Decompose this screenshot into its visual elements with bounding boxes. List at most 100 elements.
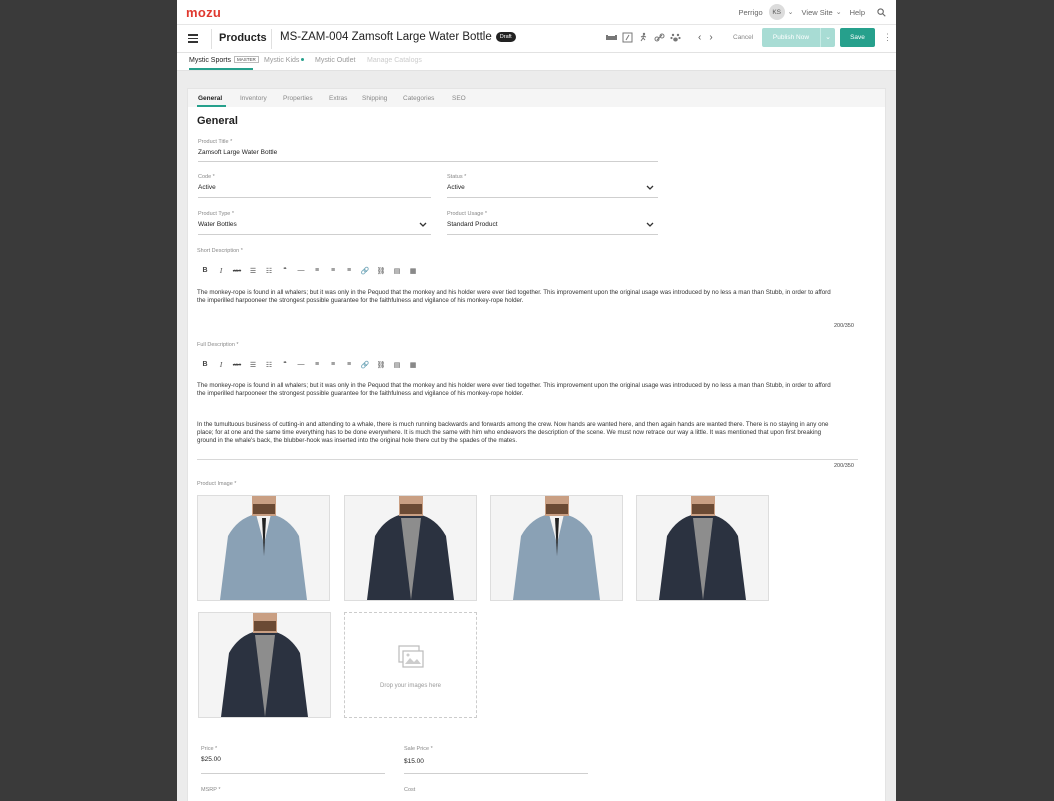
sale-price-field[interactable]: Sale Price * $15.00: [404, 746, 588, 774]
app-window: mozu Perrigo KS ⌄ View Site ⌄ Help Produ…: [177, 0, 896, 801]
form-tabs: General Inventory Properties Extras Ship…: [188, 89, 885, 107]
cancel-button[interactable]: Cancel: [733, 34, 753, 41]
product-image-thumbnail[interactable]: [636, 495, 769, 601]
align-right-icon[interactable]: ≡: [344, 360, 354, 369]
bullet-list-icon[interactable]: ☰: [248, 266, 258, 275]
price-field[interactable]: Price * $25.00: [201, 746, 385, 774]
save-button[interactable]: Save: [840, 28, 875, 47]
site-tab-mystic-kids[interactable]: Mystic Kids: [264, 57, 305, 64]
runner-icon[interactable]: [638, 32, 649, 43]
chevron-down-icon[interactable]: [419, 222, 427, 228]
full-description-paragraph-1[interactable]: The monkey-rope is found in all whalers;…: [197, 382, 837, 398]
help-link[interactable]: Help: [850, 8, 865, 17]
italic-icon[interactable]: I: [216, 360, 226, 369]
chevron-down-icon[interactable]: ⌄: [836, 8, 842, 16]
link-icon[interactable]: 🔗: [360, 266, 370, 275]
status-dot: [301, 58, 305, 61]
next-arrow-icon[interactable]: ›: [709, 32, 712, 43]
field-label: Code *: [198, 174, 215, 180]
strikethrough-icon[interactable]: ABC: [232, 266, 242, 275]
numbered-list-icon[interactable]: ☷: [264, 266, 274, 275]
bullet-list-icon[interactable]: ☰: [248, 360, 258, 369]
media-icon[interactable]: ▤: [392, 360, 402, 369]
product-image-label: Product Image *: [197, 481, 237, 487]
product-image-thumbnail[interactable]: [198, 612, 331, 718]
sofa-icon[interactable]: [606, 32, 617, 43]
more-options-icon[interactable]: ⋮: [883, 32, 892, 43]
tab-extras[interactable]: Extras: [329, 95, 347, 102]
jacket-dark-image: [345, 496, 476, 600]
tab-categories[interactable]: Categories: [403, 95, 434, 102]
publish-label: Publish Now: [772, 34, 810, 41]
tab-seo[interactable]: SEO: [452, 95, 466, 102]
site-tab-mystic-sports[interactable]: Mystic Sports MASTER: [189, 56, 259, 64]
publish-now-button[interactable]: Publish Now ⌄: [762, 28, 835, 47]
product-image-thumbnail[interactable]: [197, 495, 330, 601]
link-icon[interactable]: 🔗: [360, 360, 370, 369]
product-title-field[interactable]: Product Title * Zamsoft Large Water Bott…: [198, 139, 658, 162]
field-label: Product Title *: [198, 139, 233, 145]
previous-arrow-icon[interactable]: ‹: [698, 32, 701, 43]
cost-field[interactable]: Cost: [404, 787, 588, 801]
numbered-list-icon[interactable]: ☷: [264, 360, 274, 369]
product-usage-select[interactable]: Product Usage * Standard Product: [447, 211, 658, 235]
table-icon[interactable]: ▦: [408, 266, 418, 275]
msrp-field[interactable]: MSRP *: [201, 787, 385, 801]
short-description-editor[interactable]: The monkey-rope is found in all whalers;…: [197, 289, 837, 305]
image-drop-zone[interactable]: Drop your images here: [344, 612, 477, 718]
tab-general[interactable]: General: [198, 95, 222, 102]
unlink-icon[interactable]: ⛓: [376, 360, 386, 369]
tag-icon[interactable]: [622, 32, 633, 43]
align-left-icon[interactable]: ≡: [312, 360, 322, 369]
status-select[interactable]: Status * Active: [447, 174, 658, 198]
site-tab-mystic-outlet[interactable]: Mystic Outlet: [315, 57, 355, 64]
bold-icon[interactable]: B: [200, 360, 210, 369]
bold-icon[interactable]: B: [200, 266, 210, 275]
align-left-icon[interactable]: ≡: [312, 266, 322, 275]
horizontal-rule-icon[interactable]: —: [296, 266, 306, 275]
field-label: Product Type *: [198, 211, 234, 217]
site-tabs: Mystic Sports MASTER Mystic Kids Mystic O…: [177, 53, 896, 71]
tenant-name[interactable]: Perrigo: [738, 8, 762, 17]
field-value: $25.00: [201, 756, 221, 763]
chevron-down-icon[interactable]: [646, 222, 654, 228]
field-value: $15.00: [404, 758, 424, 765]
product-type-select[interactable]: Product Type * Water Bottles: [198, 211, 431, 235]
quote-icon[interactable]: “: [280, 360, 290, 369]
site-tab-manage-catalogs[interactable]: Manage Catalogs: [367, 57, 422, 64]
chevron-down-icon[interactable]: ⌄: [820, 28, 835, 47]
search-icon[interactable]: [877, 7, 886, 17]
site-tab-label: Mystic Kids: [264, 57, 300, 64]
link-icon[interactable]: [654, 32, 665, 43]
chevron-down-icon[interactable]: [646, 185, 654, 191]
tab-inventory[interactable]: Inventory: [240, 95, 267, 102]
code-field[interactable]: Code * Active: [198, 174, 431, 198]
product-image-thumbnail[interactable]: [344, 495, 477, 601]
horizontal-rule-icon[interactable]: —: [296, 360, 306, 369]
record-navigation: ‹ ›: [698, 32, 721, 43]
drop-zone-text: Drop your images here: [379, 683, 442, 689]
media-icon[interactable]: ▤: [392, 266, 402, 275]
unlink-icon[interactable]: ⛓: [376, 266, 386, 275]
section-title: Products: [219, 32, 267, 44]
strikethrough-icon[interactable]: ABC: [232, 360, 242, 369]
italic-icon[interactable]: I: [216, 266, 226, 275]
full-description-toolbar: B I ABC ☰ ☷ “ — ≡ ≡ ≡ 🔗 ⛓ ▤ ▦: [200, 360, 418, 369]
avatar[interactable]: KS: [768, 4, 785, 20]
align-center-icon[interactable]: ≡: [328, 266, 338, 275]
align-center-icon[interactable]: ≡: [328, 360, 338, 369]
view-site-link[interactable]: View Site: [802, 8, 833, 17]
quote-icon[interactable]: “: [280, 266, 290, 275]
tab-properties[interactable]: Properties: [283, 95, 313, 102]
full-description-paragraph-2[interactable]: In the tumultuous business of cutting-in…: [197, 421, 837, 445]
master-badge: MASTER: [234, 56, 259, 63]
table-icon[interactable]: ▦: [408, 360, 418, 369]
chevron-down-icon[interactable]: ⌄: [788, 8, 794, 16]
product-image-thumbnail[interactable]: [490, 495, 623, 601]
hamburger-menu-icon[interactable]: [188, 34, 198, 43]
paw-icon[interactable]: [670, 32, 681, 43]
tab-shipping[interactable]: Shipping: [362, 95, 387, 102]
align-right-icon[interactable]: ≡: [344, 266, 354, 275]
mozu-logo[interactable]: mozu: [186, 5, 221, 20]
short-description-toolbar: B I ABC ☰ ☷ “ — ≡ ≡ ≡ 🔗 ⛓ ▤ ▦: [200, 266, 418, 275]
